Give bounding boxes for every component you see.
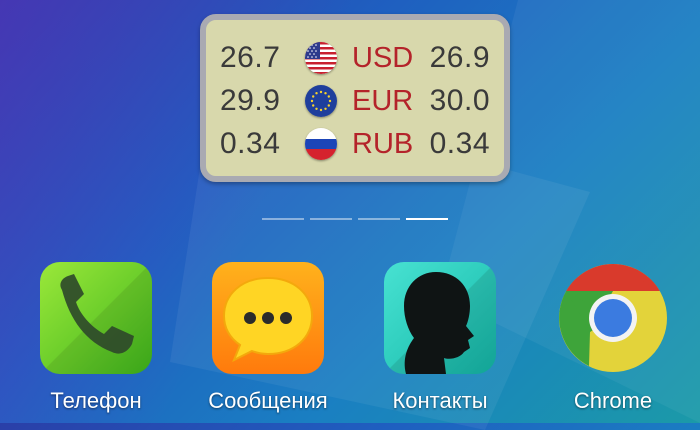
currency-row-eur: 29.9 EUR 30.0 [206, 81, 504, 121]
currency-code: RUB [352, 128, 414, 160]
app-phone[interactable]: Телефон [0, 262, 160, 423]
sell-rate: 26.9 [429, 41, 490, 74]
contacts-icon[interactable] [384, 262, 496, 374]
ru-flag-icon [305, 128, 337, 160]
sell-rate: 0.34 [429, 127, 490, 160]
page-dot[interactable] [358, 218, 400, 220]
messages-icon[interactable] [212, 262, 324, 374]
sell-rate: 30.0 [429, 84, 490, 117]
currency-widget[interactable]: 26.7 USD 26.9 29.9 EUR 30.0 0.34 RUB 0.3… [200, 14, 510, 182]
currency-code: USD [352, 42, 414, 74]
phone-icon[interactable] [40, 262, 152, 374]
app-chrome[interactable]: Chrome [517, 262, 677, 423]
app-contacts[interactable]: Контакты [344, 262, 504, 423]
buy-rate: 0.34 [220, 127, 281, 160]
app-label: Контакты [392, 388, 488, 413]
eu-flag-icon [305, 85, 337, 117]
page-dot-active[interactable] [406, 218, 448, 220]
currency-row-usd: 26.7 USD 26.9 [206, 38, 504, 78]
buy-rate: 26.7 [220, 41, 281, 74]
buy-rate: 29.9 [220, 84, 281, 117]
page-dot[interactable] [262, 218, 304, 220]
app-label: Телефон [50, 388, 142, 413]
page-dot[interactable] [310, 218, 352, 220]
currency-row-rub: 0.34 RUB 0.34 [206, 124, 504, 164]
app-label: Chrome [573, 388, 653, 413]
app-label: Сообщения [208, 388, 328, 413]
currency-code: EUR [352, 85, 414, 117]
us-flag-icon [305, 42, 337, 74]
app-messages[interactable]: Сообщения [172, 262, 332, 423]
chrome-icon[interactable] [557, 262, 669, 374]
